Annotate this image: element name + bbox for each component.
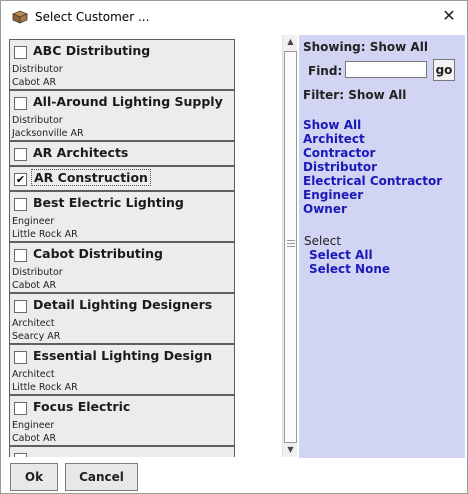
go-button[interactable]: go (433, 59, 455, 81)
customer-checkbox-checked[interactable]: ✔ (14, 173, 27, 186)
customer-name: Essential Lighting Design (33, 348, 213, 363)
customer-item[interactable]: AR Architects (9, 141, 235, 166)
title-bar: Select Customer ... ✕ (1, 1, 467, 34)
scroll-up-icon[interactable]: ▲ (283, 35, 298, 49)
customer-type: Architect (12, 369, 55, 380)
customer-location: Searcy AR (12, 331, 61, 342)
customer-name: Detail Lighting Designers (33, 297, 213, 312)
customer-type: Distributor (12, 64, 63, 75)
find-label: Find: (308, 64, 343, 78)
cancel-button[interactable]: Cancel (65, 463, 138, 491)
customer-item[interactable]: Essential Lighting Design Architect Litt… (9, 344, 235, 395)
customer-checkbox[interactable] (14, 249, 27, 262)
filter-electrical-contractor[interactable]: Electrical Contractor (303, 174, 442, 188)
scroll-thumb[interactable] (284, 51, 297, 443)
customer-checkbox[interactable] (14, 453, 27, 457)
customer-checkbox[interactable] (14, 300, 27, 313)
customer-type: Engineer (12, 420, 55, 431)
customer-item[interactable]: Cabot Distributing Distributor Cabot AR (9, 242, 235, 293)
customer-item[interactable]: Focus Electric Engineer Cabot AR (9, 395, 235, 446)
customer-type: Architect (12, 318, 55, 329)
customer-type: Distributor (12, 115, 63, 126)
customer-location: Cabot AR (12, 77, 57, 88)
customer-name: Cabot Distributing (33, 246, 163, 261)
dialog-title: Select Customer ... (35, 10, 150, 24)
filter-engineer[interactable]: Engineer (303, 188, 363, 202)
customer-location: Cabot AR (12, 433, 57, 444)
grip-icon (287, 240, 295, 247)
select-label: Select (304, 234, 342, 248)
box-icon (12, 10, 28, 24)
customer-name: All-Around Lighting Supply (33, 94, 223, 109)
filter-architect[interactable]: Architect (303, 132, 365, 146)
customer-checkbox[interactable] (14, 402, 27, 415)
customer-item[interactable]: All-Around Lighting Supply Distributor J… (9, 90, 235, 141)
ok-button[interactable]: Ok (10, 463, 58, 491)
customer-item[interactable]: ✔ AR Construction (9, 166, 235, 191)
close-icon[interactable]: ✕ (439, 6, 459, 26)
customer-item[interactable]: Detail Lighting Designers Architect Sear… (9, 293, 235, 344)
customer-checkbox[interactable] (14, 97, 27, 110)
customer-location: Jacksonville AR (12, 128, 84, 139)
customer-item[interactable]: ABC Distributing Distributor Cabot AR (9, 39, 235, 90)
customer-list[interactable]: ABC Distributing Distributor Cabot AR Al… (5, 35, 282, 457)
filter-owner[interactable]: Owner (303, 202, 347, 216)
filter-distributor[interactable]: Distributor (303, 160, 377, 174)
customer-name: ABC Distributing (33, 43, 151, 58)
customer-location: Little Rock AR (12, 229, 78, 240)
filter-contractor[interactable]: Contractor (303, 146, 375, 160)
list-scrollbar[interactable]: ▲ ▼ (282, 35, 297, 457)
filter-label: Filter: Show All (303, 88, 407, 102)
customer-checkbox[interactable] (14, 46, 27, 59)
select-customer-dialog: Select Customer ... ✕ ABC Distributing D… (0, 0, 468, 494)
customer-type: Engineer (12, 216, 55, 227)
find-input[interactable] (345, 61, 427, 78)
customer-type: Distributor (12, 267, 63, 278)
customer-checkbox[interactable] (14, 148, 27, 161)
customer-location: Cabot AR (12, 280, 57, 291)
customer-item-partial[interactable] (9, 446, 235, 457)
filter-show-all[interactable]: Show All (303, 118, 361, 132)
customer-name: Focus Electric (33, 399, 131, 414)
filter-panel: Showing: Show All Find: go Filter: Show … (299, 35, 465, 458)
customer-checkbox[interactable] (14, 351, 27, 364)
customer-location: Little Rock AR (12, 382, 78, 393)
customer-item[interactable]: Best Electric Lighting Engineer Little R… (9, 191, 235, 242)
select-none-link[interactable]: Select None (309, 262, 390, 276)
customer-checkbox[interactable] (14, 198, 27, 211)
scroll-down-icon[interactable]: ▼ (283, 443, 298, 457)
customer-name: AR Architects (33, 145, 129, 160)
select-all-link[interactable]: Select All (309, 248, 373, 262)
customer-name: AR Construction (31, 169, 151, 186)
customer-name: Best Electric Lighting (33, 195, 184, 210)
showing-label: Showing: Show All (303, 40, 428, 54)
